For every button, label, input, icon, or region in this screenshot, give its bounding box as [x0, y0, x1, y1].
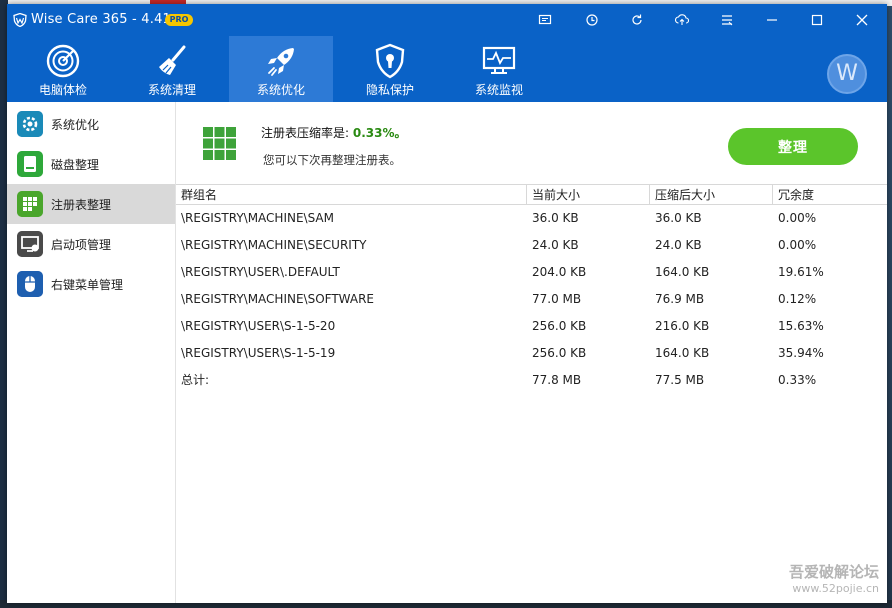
title-bar[interactable]: Wise Care 365 - 4.41 PRO [7, 4, 887, 36]
cell-compressed-size: 76.9 MB [655, 292, 705, 306]
table-row[interactable]: \REGISTRY\USER\S-1-5-20 256.0 KB 216.0 K… [176, 313, 887, 340]
cell-compressed-size: 36.0 KB [655, 211, 702, 225]
cell-group: \REGISTRY\USER\S-1-5-19 [181, 346, 336, 360]
registry-grid-icon [17, 191, 43, 217]
cell-compressed-size: 164.0 KB [655, 265, 710, 279]
column-header-redundancy[interactable]: 冗余度 [773, 185, 887, 205]
user-avatar[interactable]: W [827, 54, 867, 94]
sidebar: 系统优化 磁盘整理 注册表整理 启动项管理 右键菜单管理 [7, 102, 176, 603]
app-logo-icon [13, 13, 27, 27]
sidebar-item-label: 注册表整理 [51, 198, 112, 212]
startup-icon [17, 231, 43, 257]
sidebar-item-system-optimize[interactable]: 系统优化 [7, 104, 175, 144]
nav-tab-privacy[interactable]: 隐私保护 [338, 36, 442, 102]
cell-redundancy: 0.00% [778, 238, 817, 252]
hint-text: 您可以下次再整理注册表。 [263, 153, 401, 167]
table-row[interactable]: \REGISTRY\MACHINE\SOFTWARE 77.0 MB 76.9 … [176, 286, 887, 313]
column-header-compressed-size[interactable]: 压缩后大小 [650, 185, 773, 205]
sidebar-item-disk-defrag[interactable]: 磁盘整理 [7, 144, 175, 184]
compression-ratio-label: 注册表压缩率是: [261, 126, 350, 140]
watermark-url: www.52pojie.cn [792, 582, 879, 595]
pro-badge: PRO [165, 14, 193, 26]
watermark: 吾爱破解论坛 www.52pojie.cn [789, 561, 879, 595]
gear-icon [17, 111, 43, 137]
cell-compressed-size: 24.0 KB [655, 238, 702, 252]
minimize-icon[interactable] [762, 10, 782, 30]
table-header: 群组名 当前大小 压缩后大小 冗余度 [176, 184, 887, 205]
cell-total-redundancy: 0.33% [778, 373, 817, 387]
mouse-icon [17, 271, 43, 297]
cell-redundancy: 0.00% [778, 211, 817, 225]
table-row[interactable]: \REGISTRY\USER\.DEFAULT 204.0 KB 164.0 K… [176, 259, 887, 286]
rocket-icon [268, 48, 294, 76]
disk-icon [17, 151, 43, 177]
cell-total-label: 总计: [181, 373, 210, 387]
sidebar-item-label: 启动项管理 [51, 238, 112, 252]
nav-label: 系统监视 [474, 83, 523, 97]
shield-icon [375, 43, 405, 79]
broom-icon [159, 45, 186, 75]
main-nav: 电脑体检 系统清理 系统优化 隐私保护 系统监视 W [7, 36, 887, 102]
nav-label: 系统清理 [147, 83, 196, 97]
radar-icon [46, 44, 80, 78]
nav-label: 电脑体检 [38, 83, 87, 97]
table-total-row: 总计: 77.8 MB 77.5 MB 0.33% [176, 367, 887, 394]
refresh-icon[interactable] [627, 10, 647, 30]
sidebar-item-context-menu[interactable]: 右键菜单管理 [7, 264, 175, 304]
nav-tab-monitor[interactable]: 系统监视 [447, 36, 551, 102]
sidebar-item-startup-manager[interactable]: 启动项管理 [7, 224, 175, 264]
cell-current-size: 256.0 KB [532, 319, 587, 333]
column-header-group[interactable]: 群组名 [176, 185, 527, 205]
cell-compressed-size: 216.0 KB [655, 319, 710, 333]
column-header-current-size[interactable]: 当前大小 [527, 185, 650, 205]
main-panel: 注册表压缩率是: 0.33%。 您可以下次再整理注册表。 整理 群组名 当前大小… [176, 102, 887, 603]
cell-current-size: 24.0 KB [532, 238, 579, 252]
cell-redundancy: 19.61% [778, 265, 824, 279]
nav-tab-optimize[interactable]: 系统优化 [229, 36, 333, 102]
nav-tab-cleaner[interactable]: 系统清理 [120, 36, 224, 102]
cell-group: \REGISTRY\USER\S-1-5-20 [181, 319, 336, 333]
cell-total-current-size: 77.8 MB [532, 373, 582, 387]
schedule-icon[interactable] [582, 10, 602, 30]
watermark-title: 吾爱破解论坛 [788, 563, 879, 581]
table-row[interactable]: \REGISTRY\USER\S-1-5-19 256.0 KB 164.0 K… [176, 340, 887, 367]
nav-tab-checkup[interactable]: 电脑体检 [11, 36, 115, 102]
cell-redundancy: 15.63% [778, 319, 824, 333]
cell-current-size: 36.0 KB [532, 211, 579, 225]
sidebar-item-registry-defrag[interactable]: 注册表整理 [7, 184, 175, 224]
compression-ratio-text: 注册表压缩率是: 0.33%。 [261, 124, 407, 141]
nav-label: 隐私保护 [365, 83, 414, 97]
close-icon[interactable] [852, 10, 872, 30]
cell-group: \REGISTRY\MACHINE\SOFTWARE [181, 292, 375, 306]
cell-group: \REGISTRY\USER\.DEFAULT [181, 265, 340, 279]
defrag-button[interactable]: 整理 [728, 128, 858, 165]
table-row[interactable]: \REGISTRY\MACHINE\SECURITY 24.0 KB 24.0 … [176, 232, 887, 259]
cell-total-compressed-size: 77.5 MB [655, 373, 705, 387]
upload-icon[interactable] [672, 10, 692, 30]
cell-compressed-size: 164.0 KB [655, 346, 710, 360]
feedback-icon[interactable] [535, 10, 555, 30]
table-row[interactable]: \REGISTRY\MACHINE\SAM 36.0 KB 36.0 KB 0.… [176, 205, 887, 232]
cell-redundancy: 0.12% [778, 292, 817, 306]
sidebar-item-label: 系统优化 [51, 118, 100, 132]
maximize-icon[interactable] [807, 10, 827, 30]
cell-current-size: 204.0 KB [532, 265, 587, 279]
registry-grid-icon [203, 127, 236, 160]
nav-label: 系统优化 [256, 83, 305, 97]
menu-icon[interactable] [717, 10, 737, 30]
compression-ratio-value: 0.33%。 [352, 126, 407, 140]
cell-group: \REGISTRY\MACHINE\SAM [181, 211, 334, 225]
window-title: Wise Care 365 - 4.41 [31, 12, 172, 27]
cell-redundancy: 35.94% [778, 346, 824, 360]
app-window: Wise Care 365 - 4.41 PRO 电脑体检 系统清理 系统优化 … [7, 4, 887, 603]
sidebar-item-label: 右键菜单管理 [51, 278, 124, 292]
cell-current-size: 256.0 KB [532, 346, 587, 360]
cell-current-size: 77.0 MB [532, 292, 582, 306]
monitor-icon [482, 46, 516, 74]
sidebar-item-label: 磁盘整理 [51, 158, 100, 172]
cell-group: \REGISTRY\MACHINE\SECURITY [181, 238, 367, 252]
